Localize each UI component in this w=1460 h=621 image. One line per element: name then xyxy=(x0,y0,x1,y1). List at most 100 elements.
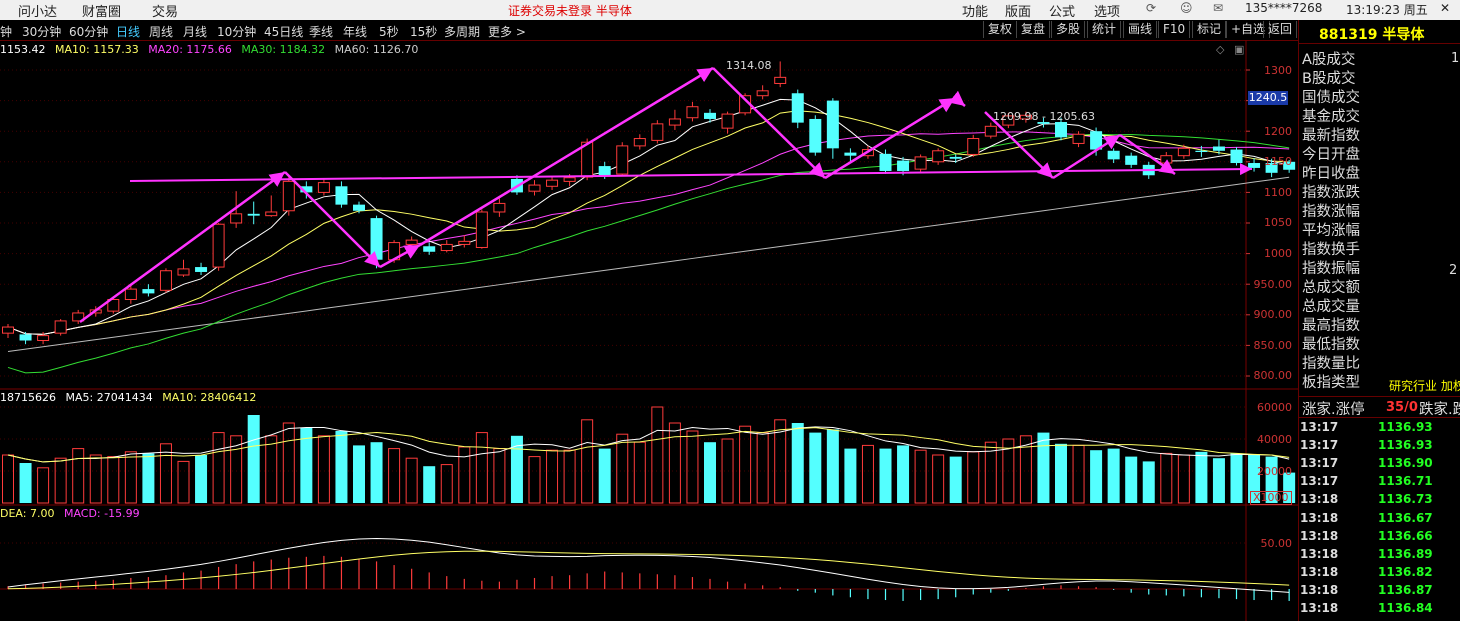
volume-bar xyxy=(967,451,980,504)
volume-bar xyxy=(861,444,874,504)
volume-bar xyxy=(265,435,278,504)
field-label: 指数涨跌 xyxy=(1302,185,1360,201)
volume-bar xyxy=(581,419,594,504)
candle-body xyxy=(124,288,137,301)
volume-bar xyxy=(844,448,857,503)
candle-body xyxy=(265,211,278,217)
a-share-value: 1 xyxy=(1451,51,1460,66)
tick-row: 13:17 1136.90 xyxy=(1300,456,1433,470)
amplitude-value: 2 xyxy=(1449,263,1458,278)
tick-time: 13:18 xyxy=(1300,601,1339,615)
candle-body xyxy=(370,218,383,260)
candle-body xyxy=(37,335,50,342)
y-tick: 1000 xyxy=(1264,247,1292,260)
candle-body xyxy=(353,204,365,211)
candle xyxy=(317,178,330,196)
field-label: 指数涨幅 xyxy=(1302,204,1360,220)
candle-body xyxy=(686,106,699,119)
tick-time: 13:17 xyxy=(1300,438,1339,453)
tick-row: 13:18 1136.67 xyxy=(1300,511,1433,525)
volume-unit: X1000 xyxy=(1250,491,1292,505)
candle xyxy=(493,198,506,217)
tick-row: 13:18 1136.84 xyxy=(1300,601,1433,615)
candle-body xyxy=(756,90,769,97)
candle xyxy=(984,122,997,139)
volume-bar xyxy=(335,431,348,503)
volume-bar xyxy=(142,453,155,503)
candle xyxy=(967,134,980,157)
macd-legend: DEA: 7.00 MACD: -15.99 xyxy=(0,507,146,520)
tick-row: 13:17 1136.93 xyxy=(1300,420,1433,434)
field-label: 指数振幅 xyxy=(1302,261,1360,277)
macd-value: MACD: -15.99 xyxy=(63,507,140,520)
volume-bar xyxy=(791,423,804,503)
field-label: 板指类型 xyxy=(1302,375,1360,391)
range-price-label: 1209.98 - 1205.63 xyxy=(993,110,1095,123)
tick-row: 13:18 1136.73 xyxy=(1300,492,1433,506)
tick-time: 13:18 xyxy=(1300,492,1339,507)
candle-body xyxy=(528,184,541,192)
candle-body xyxy=(475,211,488,248)
candle-body xyxy=(651,123,664,141)
y-tick: 900.00 xyxy=(1253,308,1293,321)
candle-body xyxy=(668,118,681,126)
volume-bar xyxy=(686,430,699,504)
volume-bar xyxy=(317,435,330,504)
y-tick: 1050 xyxy=(1264,216,1292,229)
volume-legend: 18715626 MA5: 27041434 MA10: 28406412 xyxy=(0,391,262,404)
candle xyxy=(1230,147,1243,166)
volume-bar xyxy=(124,451,137,504)
volume-bar xyxy=(528,456,541,504)
candle xyxy=(353,201,365,214)
volume-bar xyxy=(809,432,822,503)
kline-chart[interactable] xyxy=(0,0,1298,621)
candle-body xyxy=(598,166,611,176)
candle xyxy=(423,242,436,255)
close-icon[interactable]: ✕ xyxy=(1440,1,1450,15)
tick-row: 13:17 1136.71 xyxy=(1300,474,1433,488)
candle-body xyxy=(195,267,208,272)
candle xyxy=(721,111,734,134)
candle-body xyxy=(826,100,839,149)
candle-body xyxy=(949,156,962,159)
volume-bar xyxy=(739,425,752,504)
ma20-value: MA20: 1175.66 xyxy=(148,43,232,56)
tick-row: 13:18 1136.89 xyxy=(1300,547,1433,561)
candle-body xyxy=(633,138,646,147)
vol-tick: 60000 xyxy=(1257,401,1292,414)
candle-body xyxy=(616,145,629,175)
volume-bar xyxy=(1230,453,1243,503)
quote-panel: 881319 半导体 A股成交 B股成交 国债成交 基金成交 最新指数 今日开盘 昨日收盘指… xyxy=(1298,20,1460,621)
candle xyxy=(809,115,822,156)
volume-bar xyxy=(1160,452,1173,504)
candle-body xyxy=(879,153,892,171)
field-label: 总成交额 xyxy=(1302,280,1360,296)
panel-toggle-icon[interactable]: ▣ xyxy=(1234,43,1244,56)
candle xyxy=(756,85,769,100)
candle-body xyxy=(440,243,453,252)
volume-bar xyxy=(1055,443,1067,503)
candle-body xyxy=(984,125,997,137)
candle xyxy=(633,134,646,150)
down-stocks-label: 跌家.跌 xyxy=(1419,402,1460,418)
vol-ma10-value: MA10: 28406412 xyxy=(162,391,257,404)
candle xyxy=(914,154,927,173)
candle xyxy=(668,109,681,130)
macd-bars xyxy=(7,537,1290,601)
volume-bars xyxy=(2,406,1296,504)
field-label: 国债成交 xyxy=(1302,90,1360,106)
candle xyxy=(1125,152,1138,168)
tick-time: 13:17 xyxy=(1300,420,1339,434)
field-label: B股成交 xyxy=(1302,71,1356,87)
field-label: A股成交 xyxy=(1302,52,1356,68)
volume-bar xyxy=(2,454,14,504)
volume-bar xyxy=(1072,444,1085,504)
volume-bar xyxy=(19,463,32,503)
stock-code: 881319 xyxy=(1319,27,1378,43)
y-tick: 1200 xyxy=(1264,125,1292,138)
volume-bar xyxy=(1142,461,1155,503)
volume-bar xyxy=(756,432,769,504)
candle xyxy=(826,98,839,159)
diamond-icon[interactable]: ◇ xyxy=(1216,43,1224,56)
candle-body xyxy=(282,180,295,212)
